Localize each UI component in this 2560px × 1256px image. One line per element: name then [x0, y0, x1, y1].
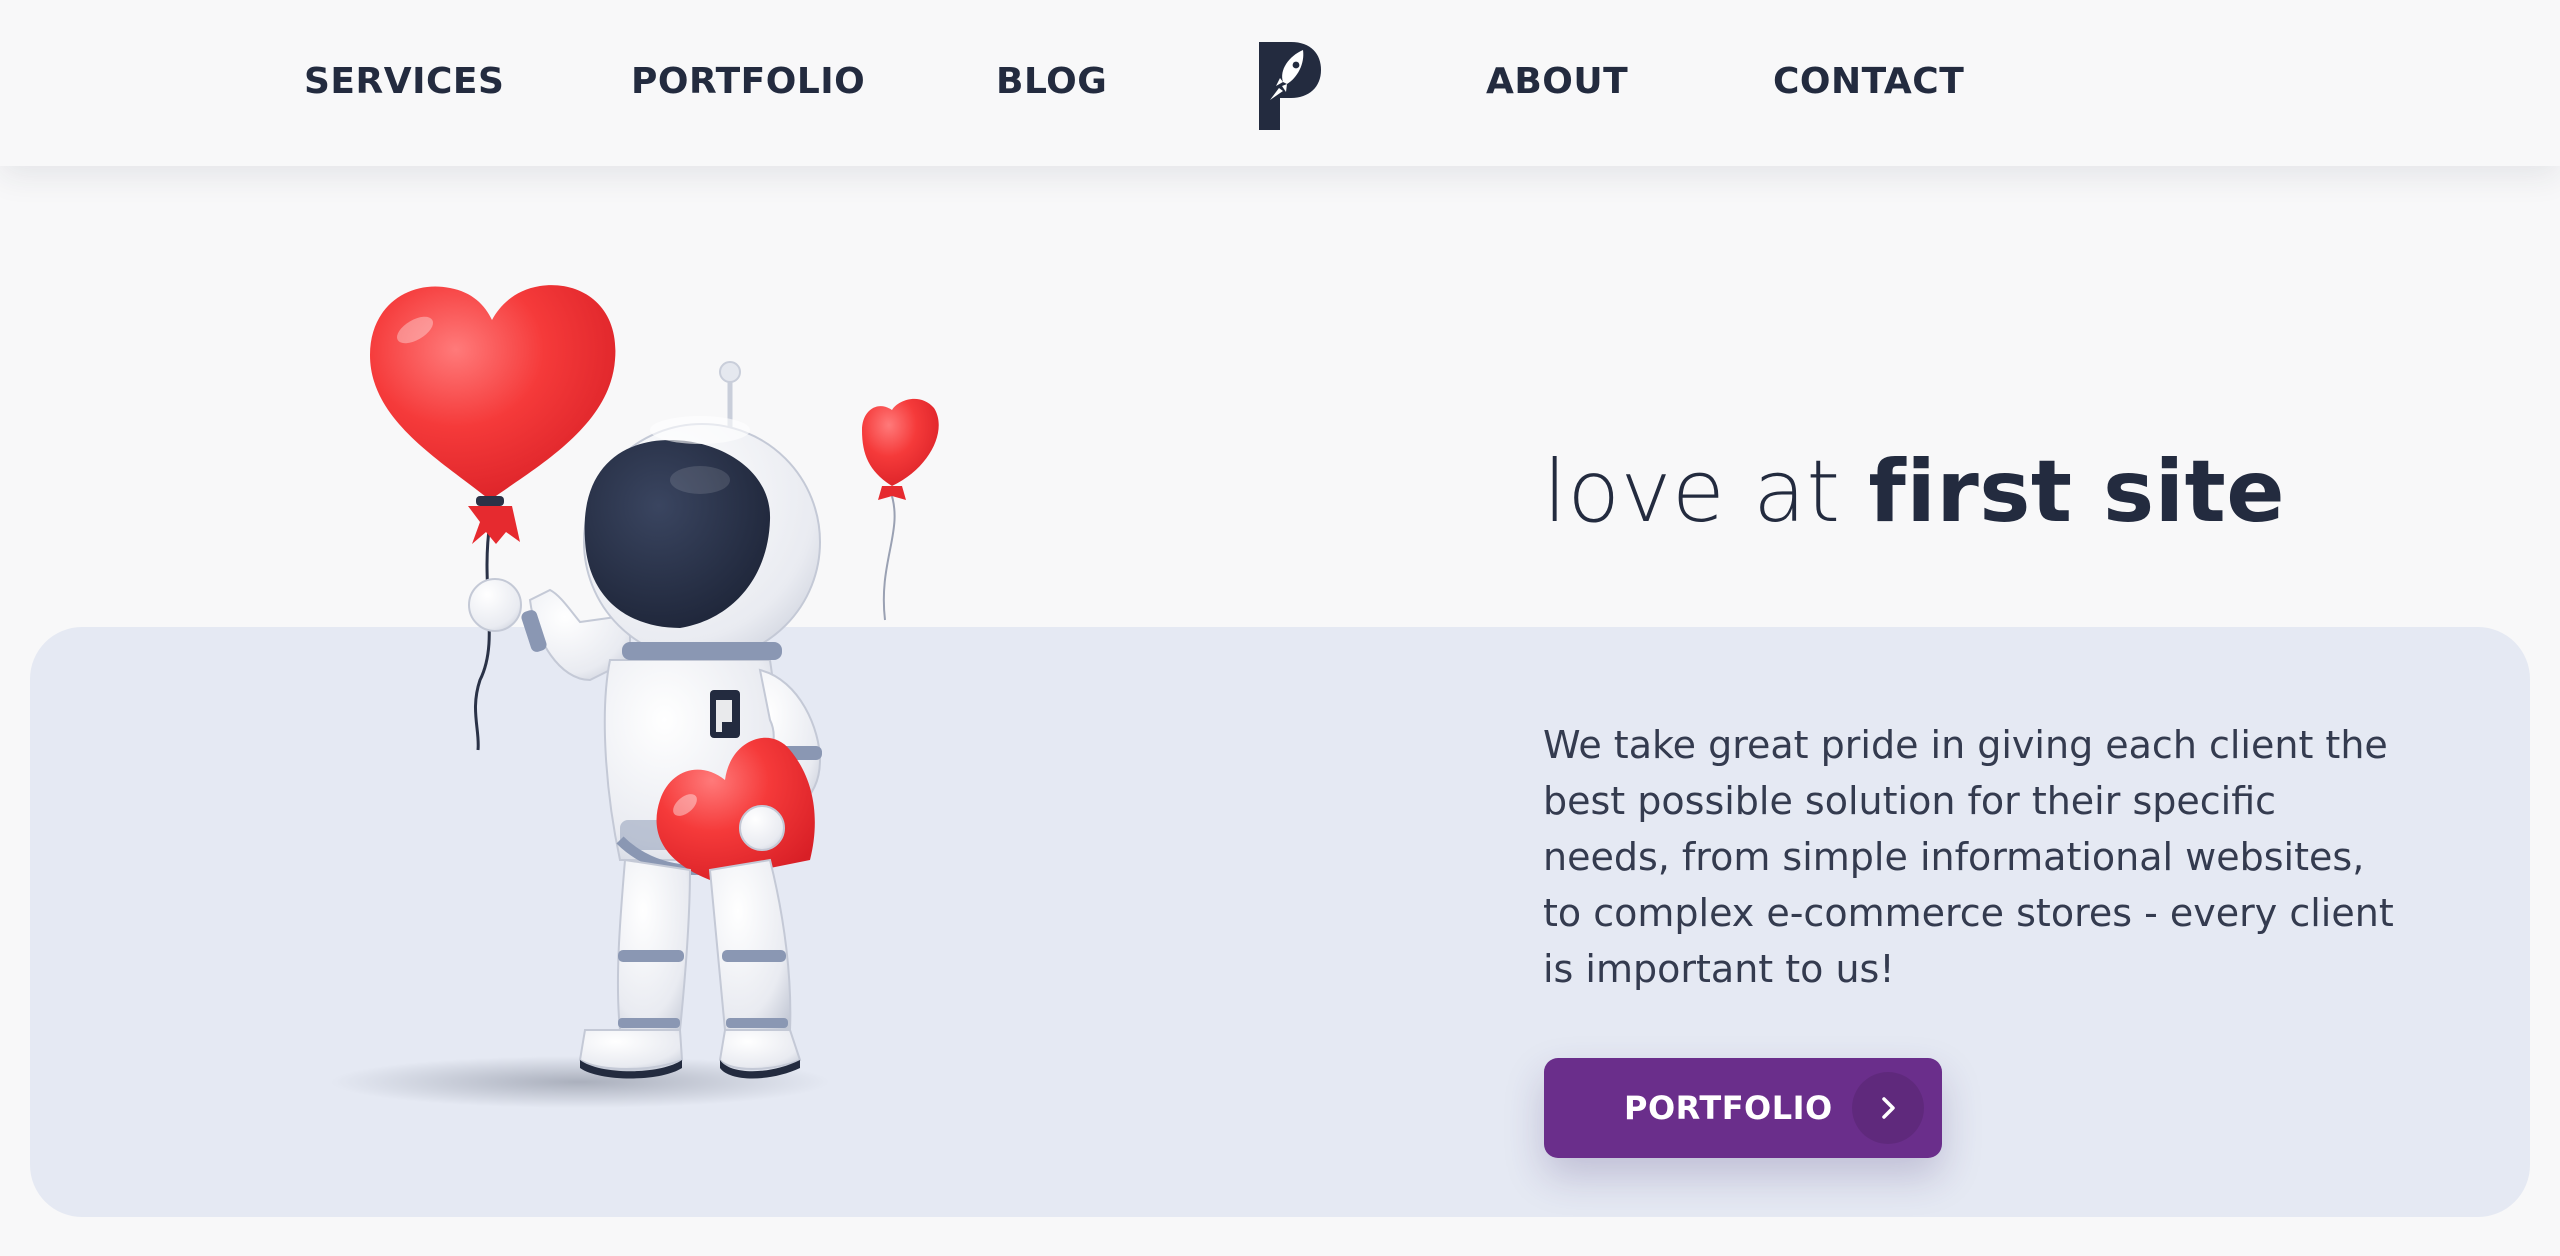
headline-light-text: love at [1543, 442, 1869, 542]
home-logo-link[interactable] [1253, 40, 1323, 132]
nav-link-services[interactable]: SERVICES [304, 60, 504, 104]
rocket-p-logo-icon [1259, 42, 1321, 130]
hero-headline: love at first site [1543, 437, 2285, 547]
astronaut-illustration [330, 260, 1030, 1120]
portfolio-cta-button[interactable]: PORTFOLIO [1544, 1058, 1942, 1158]
astronaut-helmet [583, 416, 821, 661]
headline-bold-text: first site [1868, 442, 2286, 542]
nav-link-blog[interactable]: BLOG [996, 60, 1107, 104]
top-navigation-bar: SERVICES PORTFOLIO BLOG ABOUT CONTACT [0, 0, 2560, 166]
nav-link-contact[interactable]: CONTACT [1773, 60, 1964, 104]
page: SERVICES PORTFOLIO BLOG ABOUT CONTACT lo… [0, 0, 2560, 1256]
hero-description: We take great pride in giving each clien… [1543, 723, 2394, 991]
nav-link-about[interactable]: ABOUT [1486, 60, 1628, 104]
chevron-right-icon [1852, 1072, 1924, 1144]
portfolio-cta-label: PORTFOLIO [1624, 1089, 1833, 1127]
nav-link-portfolio[interactable]: PORTFOLIO [631, 60, 865, 104]
small-heart-balloon [862, 398, 939, 621]
large-heart-balloon [370, 285, 616, 544]
